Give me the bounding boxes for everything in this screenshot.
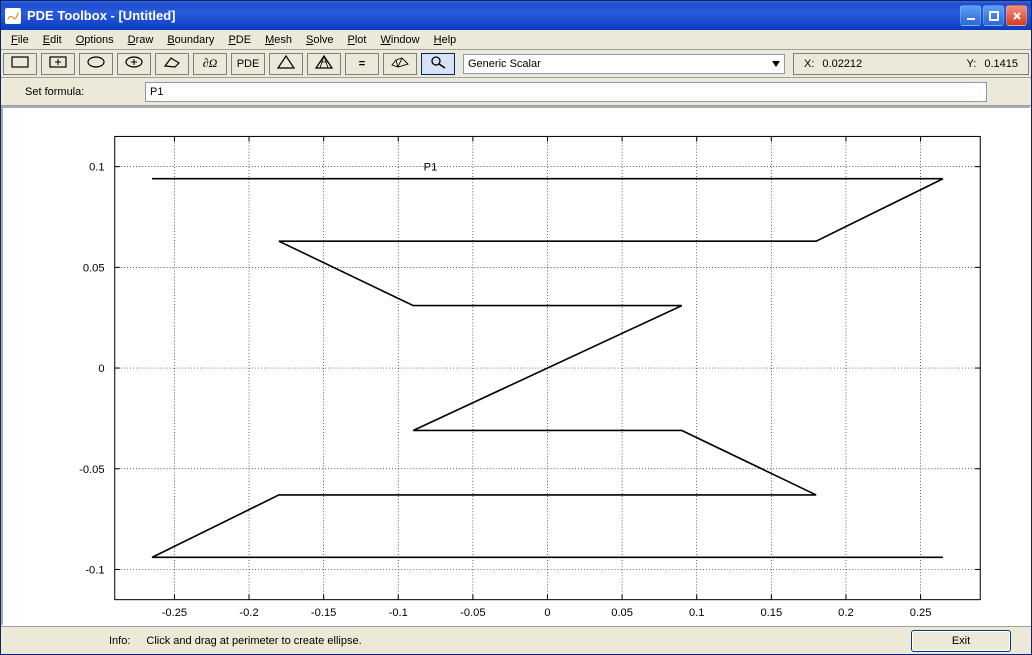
svg-text:0.2: 0.2 — [838, 607, 854, 619]
app-window: PDE Toolbox - [Untitled] File Edit Optio… — [0, 0, 1032, 655]
tool-pde[interactable]: PDE — [231, 53, 265, 75]
tool-zoom[interactable] — [421, 53, 455, 75]
svg-text:-0.05: -0.05 — [79, 464, 104, 476]
svg-text:0.05: 0.05 — [611, 607, 633, 619]
rectangle-center-icon — [49, 56, 67, 71]
svg-text:0.1: 0.1 — [689, 607, 705, 619]
menu-plot[interactable]: Plot — [342, 33, 373, 47]
rectangle-icon — [11, 56, 29, 71]
svg-text:-0.2: -0.2 — [239, 607, 258, 619]
statusbar: Info: Click and drag at perimeter to cre… — [1, 626, 1031, 654]
formula-row: Set formula: — [1, 78, 1031, 106]
menu-boundary[interactable]: Boundary — [161, 33, 220, 47]
svg-text:-0.05: -0.05 — [460, 607, 485, 619]
menu-pde[interactable]: PDE — [222, 33, 257, 47]
coord-x-value: 0.02212 — [822, 58, 862, 70]
tool-rectangle[interactable] — [3, 53, 37, 75]
chevron-down-icon — [772, 61, 780, 67]
tool-boundary[interactable]: ∂Ω — [193, 53, 227, 75]
menu-edit[interactable]: Edit — [37, 33, 68, 47]
window-title: PDE Toolbox - [Untitled] — [25, 8, 960, 23]
titlebar: PDE Toolbox - [Untitled] — [1, 1, 1031, 30]
status-info-text: Click and drag at perimeter to create el… — [146, 635, 361, 647]
refine-mesh-icon — [315, 55, 333, 72]
menu-window[interactable]: Window — [374, 33, 425, 47]
pde-icon: PDE — [237, 58, 260, 70]
status-info-label: Info: — [109, 635, 130, 647]
menu-mesh[interactable]: Mesh — [259, 33, 298, 47]
svg-text:-0.1: -0.1 — [85, 565, 104, 577]
menu-options[interactable]: Options — [70, 33, 120, 47]
svg-text:0: 0 — [544, 607, 550, 619]
maximize-button[interactable] — [983, 5, 1004, 26]
tool-rectangle-center[interactable] — [41, 53, 75, 75]
tool-refine-mesh[interactable] — [307, 53, 341, 75]
svg-text:0.15: 0.15 — [760, 607, 782, 619]
ellipse-icon — [87, 56, 105, 71]
menu-help[interactable]: Help — [428, 33, 463, 47]
zoom-icon — [429, 55, 447, 72]
plot3d-icon — [390, 55, 410, 72]
close-button[interactable] — [1006, 5, 1027, 26]
plot-area: -0.25 -0.2 -0.15 -0.1 -0.05 0 0.05 0.1 0.15 0.2 0.… — [1, 106, 1031, 626]
plot-canvas[interactable]: -0.25 -0.2 -0.15 -0.1 -0.05 0 0.05 0.1 0.15 0.2 0.… — [3, 108, 1029, 626]
coord-y-value: 0.1415 — [984, 58, 1018, 70]
polygon-icon — [163, 56, 181, 71]
svg-text:0.25: 0.25 — [910, 607, 932, 619]
tool-plot3d[interactable] — [383, 53, 417, 75]
svg-text:0.1: 0.1 — [89, 162, 105, 174]
menu-solve[interactable]: Solve — [300, 33, 340, 47]
svg-text:-0.15: -0.15 — [311, 607, 336, 619]
exit-button[interactable]: Exit — [911, 630, 1011, 652]
tool-ellipse-center[interactable] — [117, 53, 151, 75]
mesh-icon — [277, 55, 295, 72]
formula-label: Set formula: — [13, 86, 145, 98]
toolbar: ∂Ω PDE = Generic Scalar X: 0.02212 Y: 0.… — [1, 50, 1031, 78]
svg-text:P1: P1 — [424, 162, 438, 174]
tool-polygon[interactable] — [155, 53, 189, 75]
coord-y-label: Y: — [967, 58, 977, 70]
formula-input[interactable] — [145, 82, 987, 102]
boundary-icon: ∂Ω — [203, 56, 218, 71]
menubar: File Edit Options Draw Boundary PDE Mesh… — [1, 30, 1031, 50]
exit-button-label: Exit — [952, 635, 970, 647]
menu-file[interactable]: File — [5, 33, 35, 47]
ellipse-center-icon — [125, 56, 143, 71]
svg-text:-0.1: -0.1 — [389, 607, 408, 619]
mode-dropdown-value: Generic Scalar — [468, 58, 541, 70]
minimize-button[interactable] — [960, 5, 981, 26]
menu-draw[interactable]: Draw — [122, 33, 160, 47]
coord-x-label: X: — [804, 58, 814, 70]
svg-text:0: 0 — [98, 363, 104, 375]
solve-icon: = — [359, 58, 365, 70]
axes-svg: -0.25 -0.2 -0.15 -0.1 -0.05 0 0.05 0.1 0.15 0.2 0.… — [3, 108, 1029, 626]
mode-dropdown[interactable]: Generic Scalar — [463, 54, 785, 74]
tool-mesh[interactable] — [269, 53, 303, 75]
svg-text:-0.25: -0.25 — [162, 607, 187, 619]
svg-text:0.05: 0.05 — [83, 262, 105, 274]
app-icon — [5, 8, 21, 24]
tool-ellipse[interactable] — [79, 53, 113, 75]
coordinate-readout: X: 0.02212 Y: 0.1415 — [793, 53, 1029, 75]
tool-solve[interactable]: = — [345, 53, 379, 75]
